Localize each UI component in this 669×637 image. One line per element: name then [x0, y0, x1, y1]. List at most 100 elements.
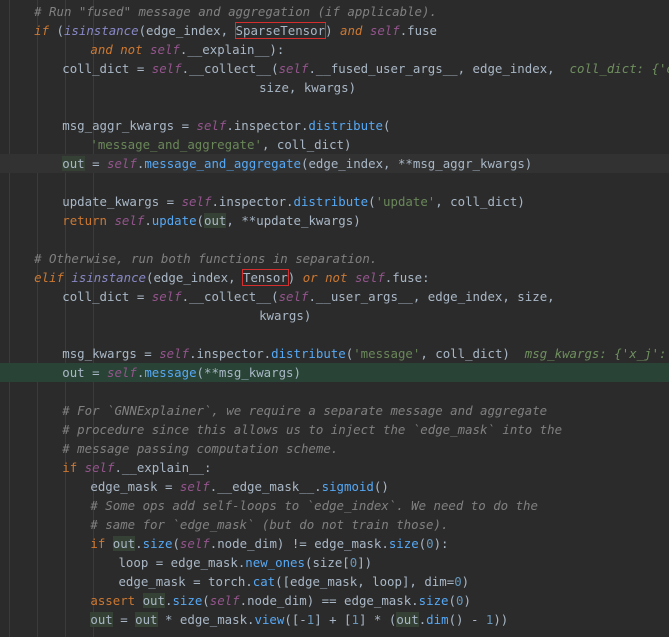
code-line[interactable]: # Run "fused" message and aggregation (i…	[0, 2, 669, 21]
code-text: .__explain__:	[114, 460, 212, 475]
code-text: )	[287, 270, 303, 285]
code-line[interactable]: coll_dict = self.__collect__(self.__fuse…	[0, 59, 669, 78]
code-text: .node_dim) == edge_mask.	[239, 593, 419, 608]
code-text: .fuse	[399, 23, 438, 38]
string-literal: 'update'	[375, 194, 436, 209]
code-text: msg_aggr_kwargs =	[62, 118, 197, 133]
self-keyword: self	[84, 460, 115, 475]
code-text: .inspector.	[226, 118, 309, 133]
number-literal: 0	[454, 574, 462, 589]
keyword: return	[62, 213, 107, 228]
code-text: )	[325, 23, 340, 38]
code-line[interactable]: update_kwargs = self.inspector.distribut…	[0, 192, 669, 211]
code-line[interactable]	[0, 97, 669, 116]
self-keyword: self	[179, 536, 210, 551]
code-line[interactable]: # Otherwise, run both functions in separ…	[0, 249, 669, 268]
code-line[interactable]	[0, 382, 669, 401]
code-line[interactable]: if (isinstance(edge_index, SparseTensor)…	[0, 21, 669, 40]
code-line[interactable]	[0, 173, 669, 192]
self-keyword: self	[278, 289, 309, 304]
method-name: size	[142, 536, 173, 551]
inline-value-hint: coll_dict: {'edge_w	[569, 61, 669, 76]
code-text: ([-	[284, 612, 307, 627]
code-line[interactable]	[0, 230, 669, 249]
self-keyword: self	[114, 213, 145, 228]
code-text: ))	[493, 612, 509, 627]
code-editor[interactable]: # Run "fused" message and aggregation (i…	[0, 0, 669, 637]
code-text: .	[144, 213, 152, 228]
code-text: )	[461, 574, 470, 589]
code-line[interactable]: # same for `edge_mask` (but do not train…	[0, 515, 669, 534]
keyword: or not	[302, 270, 348, 285]
code-text: .__user_args__, edge_index, size,	[308, 289, 555, 304]
code-text: .node_dim) != edge_mask.	[209, 536, 389, 551]
code-line[interactable]: assert out.size(self.node_dim) == edge_m…	[0, 591, 669, 610]
code-line[interactable]: coll_dict = self.__collect__(self.__user…	[0, 287, 669, 306]
code-line[interactable]: # message passing computation scheme.	[0, 439, 669, 458]
code-text: , **update_kwargs)	[226, 213, 361, 228]
code-line[interactable]: msg_aggr_kwargs = self.inspector.distrib…	[0, 116, 669, 135]
code-text: .__collect__(	[181, 61, 279, 76]
self-keyword: self	[369, 23, 400, 38]
code-line[interactable]: msg_kwargs = self.inspector.distribute('…	[0, 344, 669, 363]
code-line[interactable]: kwargs)	[0, 306, 669, 325]
self-keyword: self	[107, 156, 137, 171]
code-line[interactable]: if out.size(self.node_dim) != edge_mask.…	[0, 534, 669, 553]
comment: # Run "fused" message and aggregation (i…	[34, 4, 437, 19]
code-line[interactable]: out = out * edge_mask.view([-1] + [1] * …	[0, 610, 669, 629]
code-text: msg_kwargs =	[62, 346, 160, 361]
code-line[interactable]: and not self.__explain__):	[0, 40, 669, 59]
code-text: () -	[448, 612, 486, 627]
builtin: isinstance	[71, 270, 147, 285]
builtin: isinstance	[63, 23, 139, 38]
code-text: (	[172, 536, 180, 551]
code-line[interactable]: # procedure since this allows us to inje…	[0, 420, 669, 439]
self-keyword: self	[151, 289, 182, 304]
code-line[interactable]: edge_mask = self.__edge_mask__.sigmoid()	[0, 477, 669, 496]
comment: # Some ops add self-loops to `edge_index…	[90, 498, 538, 513]
number-literal: 1	[351, 612, 359, 627]
code-text: , coll_dict)	[420, 346, 525, 361]
code-line[interactable]: out = self.message_and_aggregate(edge_in…	[0, 154, 669, 173]
code-line[interactable]: # Some ops add self-loops to `edge_index…	[0, 496, 669, 515]
code-line[interactable]	[0, 325, 669, 344]
code-text: coll_dict =	[62, 289, 152, 304]
code-text: =	[84, 156, 108, 171]
code-text: ])	[357, 555, 373, 570]
code-line[interactable]: # For `GNNExplainer`, we require a separ…	[0, 401, 669, 420]
self-keyword: self	[196, 118, 227, 133]
code-text: ] + [	[314, 612, 352, 627]
code-line[interactable]: edge_mask = torch.cat([edge_mask, loop],…	[0, 572, 669, 591]
code-line[interactable]: if self.__explain__:	[0, 458, 669, 477]
method-name: sigmoid	[321, 479, 374, 494]
method-name: size	[172, 593, 203, 608]
code-text: kwargs)	[259, 308, 312, 323]
string-literal: 'message'	[353, 346, 421, 361]
code-text: .inspector.	[211, 194, 294, 209]
highlighted-reference: out	[204, 213, 227, 228]
code-text: (**msg_kwargs)	[196, 365, 301, 380]
code-text: .inspector.	[189, 346, 272, 361]
code-text: ()	[373, 479, 389, 494]
code-line[interactable]: loop = edge_mask.new_ones(size[0])	[0, 553, 669, 572]
self-keyword: self	[150, 42, 180, 57]
code-text: (	[448, 593, 456, 608]
code-line[interactable]: return self.update(out, **update_kwargs)	[0, 211, 669, 230]
code-line-current[interactable]: out = self.message(**msg_kwargs)	[0, 363, 669, 382]
code-text: (	[383, 118, 391, 133]
boxed-type-name: SparseTensor	[234, 22, 327, 39]
code-line[interactable]: elif isinstance(edge_index, Tensor) or n…	[0, 268, 669, 287]
code-text: .	[135, 536, 143, 551]
comment: # Otherwise, run both functions in separ…	[34, 251, 378, 266]
highlighted-reference: out	[142, 593, 165, 608]
code-text: ([edge_mask, loop], dim=	[275, 574, 455, 589]
self-keyword: self	[151, 61, 182, 76]
comment: # same for `edge_mask` (but do not train…	[90, 517, 449, 532]
code-text: size, kwargs)	[259, 80, 357, 95]
code-text: (edge_index, **msg_aggr_kwargs)	[300, 156, 533, 171]
code-line[interactable]: size, kwargs)	[0, 78, 669, 97]
code-line[interactable]: 'message_and_aggregate', coll_dict)	[0, 135, 669, 154]
keyword: assert	[90, 593, 136, 608]
